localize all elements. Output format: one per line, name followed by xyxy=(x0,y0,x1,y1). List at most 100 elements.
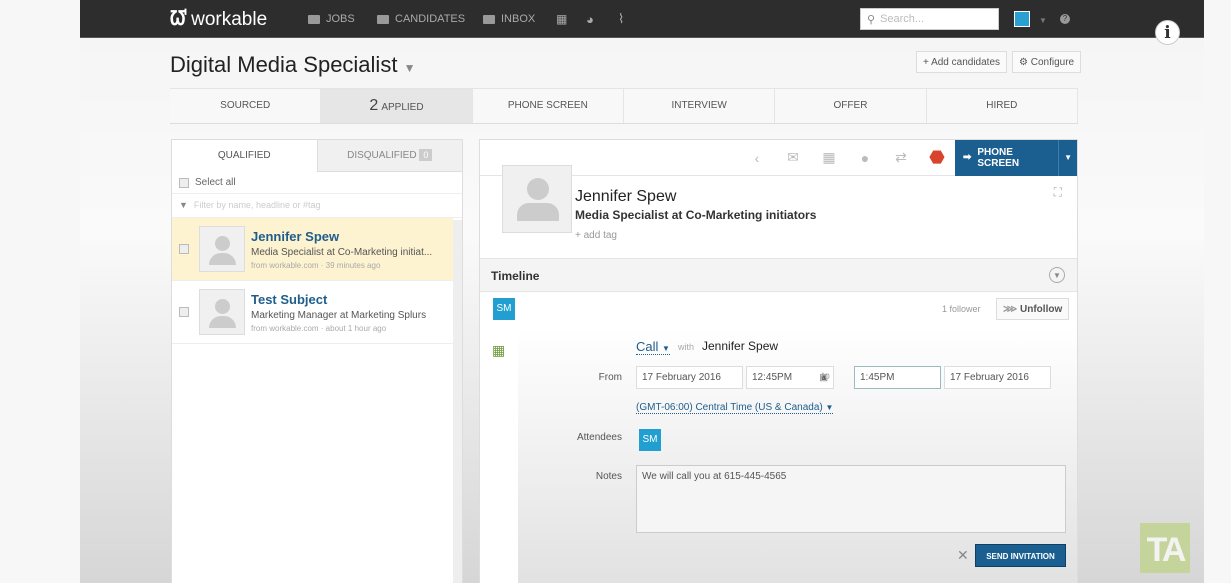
event-type-dropdown[interactable]: Call ▼ xyxy=(636,339,670,355)
briefcase-icon xyxy=(308,14,320,24)
move-to-phone-screen-button[interactable]: ➡ PHONE SCREEN ▼ xyxy=(955,139,1077,176)
stage-phone-screen[interactable]: PHONE SCREEN xyxy=(472,89,624,123)
help-icon[interactable]: ? xyxy=(1060,14,1070,24)
notes-label: Notes xyxy=(595,471,622,482)
disqualified-count-badge: 0 xyxy=(419,149,433,161)
move-label: PHONE SCREEN xyxy=(977,146,1020,169)
configure-button[interactable]: ⚙ Configure xyxy=(1012,51,1082,73)
activity-icon[interactable]: ⌇ xyxy=(618,0,624,38)
stage-label: OFFER xyxy=(833,100,868,111)
nav-inbox[interactable]: INBOX xyxy=(483,0,535,38)
page-title[interactable]: Digital Media Specialist ▼ xyxy=(170,52,415,78)
candidate-detail-panel: ‹ ✉ ▦ ● ⇄ ⬣ ➡ PHONE SCREEN ▼ Jennifer Spew… xyxy=(479,139,1078,583)
comment-icon[interactable]: ● xyxy=(847,150,883,166)
chevron-down-icon: ▼ xyxy=(825,403,834,412)
evaluate-icon[interactable]: ⇄ xyxy=(883,149,919,166)
calendar-icon[interactable]: ▦ xyxy=(811,149,847,166)
avatar xyxy=(199,226,245,272)
search-placeholder: Search... xyxy=(880,13,925,25)
close-icon[interactable]: ✕ xyxy=(957,547,969,564)
chevron-down-circle-icon[interactable]: ▼ xyxy=(1049,267,1065,283)
select-all-checkbox[interactable] xyxy=(179,177,189,188)
nav-label: INBOX xyxy=(501,13,536,25)
stage-offer[interactable]: OFFER xyxy=(775,89,927,123)
logo-icon: ᘺ xyxy=(170,8,188,30)
unfollow-icon: ⋙ xyxy=(1003,304,1018,315)
stage-label: APPLIED xyxy=(381,102,424,113)
end-time-input[interactable]: 1:45PM xyxy=(854,366,941,389)
select-all-label: Select all xyxy=(195,177,236,188)
user-avatar[interactable] xyxy=(1014,11,1030,27)
tab-disqualified[interactable]: DISQUALIFIED 0 xyxy=(316,140,462,172)
to-label: to xyxy=(821,371,830,382)
tab-label: DISQUALIFIED xyxy=(347,150,417,161)
nav-label: CANDIDATES xyxy=(395,13,466,25)
attendee-avatar[interactable]: SM xyxy=(639,429,661,451)
info-icon[interactable]: i xyxy=(1155,20,1180,45)
stage-count: 2 xyxy=(369,97,379,114)
candidate-list-item[interactable]: Jennifer Spew Media Specialist at Co-Mark… xyxy=(172,218,453,281)
filter-placeholder: Filter by name, headline or #tag xyxy=(193,200,321,210)
chevron-down-icon[interactable]: ▼ xyxy=(1039,16,1047,25)
reports-pie-icon[interactable]: ◕ xyxy=(586,0,594,38)
candidate-checkbox[interactable] xyxy=(179,307,189,317)
candidate-name: Jennifer Spew xyxy=(251,228,340,244)
candidate-meta: from workable.com · 39 minutes ago xyxy=(251,260,381,270)
chevron-down-icon: ▼ xyxy=(403,61,416,75)
start-date-input[interactable]: 17 February 2016 xyxy=(636,366,743,389)
stage-label: INTERVIEW xyxy=(671,100,727,111)
nav-candidates[interactable]: CANDIDATES xyxy=(377,0,465,38)
chevron-down-icon: ▼ xyxy=(662,344,670,353)
stage-label: PHONE SCREEN xyxy=(507,100,588,111)
nav-label: JOBS xyxy=(326,13,355,25)
send-invitation-button[interactable]: SEND INVITATION xyxy=(975,544,1066,567)
stage-sourced[interactable]: SOURCED xyxy=(170,89,322,123)
stage-hired[interactable]: HIRED xyxy=(926,89,1078,123)
chevron-down-icon[interactable]: ▼ xyxy=(1058,139,1077,176)
end-date-input[interactable]: 17 February 2016 xyxy=(944,366,1051,389)
pipeline-stages: SOURCED 2 APPLIED PHONE SCREEN INTERVIEW … xyxy=(170,88,1078,124)
candidate-name: Jennifer Spew xyxy=(575,188,677,205)
unfollow-button[interactable]: ⋙ Unfollow xyxy=(996,298,1070,320)
calendar-icon: ▦ xyxy=(492,342,506,358)
add-candidates-button[interactable]: + Add candidates xyxy=(916,51,1008,73)
candidate-list-item[interactable]: Test Subject Marketing Manager at Marketi… xyxy=(172,281,453,344)
filter-icon: ▼ xyxy=(179,200,188,210)
stage-label: HIRED xyxy=(986,100,1018,111)
unfollow-label: Unfollow xyxy=(1020,304,1063,315)
stage-interview[interactable]: INTERVIEW xyxy=(623,89,776,123)
notes-textarea[interactable]: We will call you at 615-445-4565 xyxy=(636,465,1066,533)
timezone: (GMT-06:00) Central Time (US & Canada) xyxy=(636,402,823,413)
filter-input[interactable]: ▼ Filter by name, headline or #tag xyxy=(172,194,462,218)
chevron-left-icon[interactable]: ‹ xyxy=(739,150,775,166)
with-label: with xyxy=(678,342,695,352)
candidate-headline: Marketing Manager at Marketing Splurs xyxy=(251,309,427,321)
envelope-icon xyxy=(483,14,495,24)
add-tag-link[interactable]: + add tag xyxy=(575,230,617,241)
timezone-dropdown[interactable]: (GMT-06:00) Central Time (US & Canada) ▼ xyxy=(636,402,834,414)
email-icon[interactable]: ✉ xyxy=(775,149,811,166)
tab-qualified[interactable]: QUALIFIED xyxy=(172,140,317,172)
expand-icon[interactable]: ⛶ xyxy=(1054,185,1062,200)
stage-label: SOURCED xyxy=(220,100,271,111)
nav-jobs[interactable]: JOBS xyxy=(308,0,355,38)
logo-text: workable xyxy=(191,8,268,30)
search-icon: ⚲ xyxy=(867,13,876,26)
candidate-meta: from workable.com · about 1 hour ago xyxy=(251,323,387,333)
candidate-headline: Media Specialist at Co-Marketing initiat… xyxy=(575,208,817,222)
candidate-checkbox[interactable] xyxy=(179,244,189,254)
timeline-title: Timeline xyxy=(491,269,540,283)
attendees-label: Attendees xyxy=(576,432,622,443)
scrollbar[interactable] xyxy=(453,220,462,583)
from-label: From xyxy=(598,372,622,383)
user-initials-avatar: SM xyxy=(493,298,515,320)
calendar-icon[interactable]: ▦ xyxy=(556,0,567,38)
stage-applied[interactable]: 2 APPLIED xyxy=(321,89,473,123)
search-input[interactable]: ⚲ Search... xyxy=(860,8,999,30)
avatar xyxy=(502,165,572,233)
arrow-right-icon: ➡ xyxy=(963,152,972,163)
watermark-logo: TA xyxy=(1140,523,1190,573)
workable-logo[interactable]: ᘺ workable xyxy=(170,8,267,31)
event-type: Call xyxy=(636,339,659,354)
disqualify-hand-icon[interactable]: ⬣ xyxy=(919,147,955,168)
